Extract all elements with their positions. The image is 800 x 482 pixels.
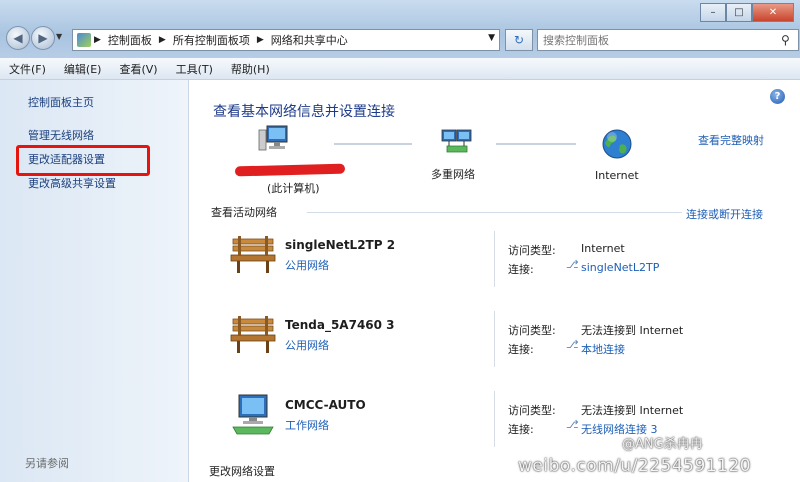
menu-tools[interactable]: 工具(T) bbox=[167, 61, 222, 77]
active-networks-heading: 查看活动网络 bbox=[211, 206, 277, 219]
highlight-annotation bbox=[16, 145, 150, 176]
map-node-internet bbox=[601, 128, 633, 163]
map-node-computer bbox=[255, 124, 295, 163]
multiple-networks-icon bbox=[441, 129, 472, 153]
work-network-icon[interactable] bbox=[229, 393, 277, 437]
menu-view[interactable]: 查看(V) bbox=[110, 61, 166, 77]
breadcrumb-separator-icon[interactable]: ▶ bbox=[254, 35, 267, 45]
page-title: 查看基本网络信息并设置连接 bbox=[213, 104, 395, 120]
network-item-1: singleNetL2TP 2 公用网络 访问类型: Internet 连接: … bbox=[229, 231, 789, 299]
map-label-computer: (此计算机) bbox=[267, 182, 320, 195]
maximize-button[interactable]: □ bbox=[726, 3, 752, 22]
left-pane: 控制面板主页 管理无线网络 更改适配器设置 更改高级共享设置 另请参阅 bbox=[0, 80, 189, 482]
access-type-value: 无法连接到 Internet bbox=[581, 324, 684, 337]
search-icon[interactable]: ⚲ bbox=[781, 33, 790, 47]
map-connector bbox=[496, 143, 576, 145]
network-divider bbox=[494, 231, 495, 287]
breadcrumb-control-panel[interactable]: 控制面板 bbox=[104, 32, 156, 48]
connection-label: 连接: bbox=[508, 263, 534, 276]
connection-link[interactable]: singleNetL2TP bbox=[581, 261, 659, 274]
address-dropdown-icon[interactable]: ▼ bbox=[488, 33, 495, 43]
refresh-button[interactable]: ↻ bbox=[505, 29, 533, 51]
access-type-label: 访问类型: bbox=[508, 404, 556, 417]
network-name: singleNetL2TP 2 bbox=[285, 238, 396, 252]
menu-help[interactable]: 帮助(H) bbox=[222, 61, 279, 77]
menu-edit[interactable]: 编辑(E) bbox=[55, 61, 111, 77]
minimize-button[interactable]: – bbox=[700, 3, 726, 22]
network-type-link[interactable]: 公用网络 bbox=[285, 337, 329, 353]
globe-icon bbox=[602, 129, 632, 159]
bench-icon[interactable] bbox=[229, 313, 277, 357]
network-item-2: Tenda_5A7460 3 公用网络 访问类型: 无法连接到 Internet… bbox=[229, 311, 789, 379]
network-type-link[interactable]: 公用网络 bbox=[285, 257, 329, 273]
network-name: CMCC-AUTO bbox=[285, 398, 366, 412]
back-arrow-icon: ◀ bbox=[13, 31, 23, 45]
menu-bar: 文件(F) 编辑(E) 查看(V) 工具(T) 帮助(H) bbox=[0, 58, 800, 80]
network-item-3: CMCC-AUTO 工作网络 访问类型: 无法连接到 Internet 连接: … bbox=[229, 391, 789, 459]
sidebar-item-advanced-sharing[interactable]: 更改高级共享设置 bbox=[28, 175, 116, 191]
network-type-link[interactable]: 工作网络 bbox=[285, 417, 329, 433]
network-name: Tenda_5A7460 3 bbox=[285, 318, 395, 332]
sidebar-item-manage-wireless[interactable]: 管理无线网络 bbox=[28, 127, 94, 143]
weibo-watermark-handle: @ANG杀冉冉 bbox=[622, 437, 703, 452]
forward-arrow-icon: ▶ bbox=[38, 31, 48, 45]
breadcrumb-all-items[interactable]: 所有控制面板项 bbox=[169, 32, 254, 48]
computer-icon bbox=[258, 125, 288, 151]
access-type-value: 无法连接到 Internet bbox=[581, 404, 684, 417]
view-full-map-link[interactable]: 查看完整映射 bbox=[698, 132, 764, 148]
connection-plug-icon: ⎇ bbox=[566, 338, 579, 351]
sidebar-item-control-panel-home[interactable]: 控制面板主页 bbox=[28, 94, 94, 110]
window-controls: – □ ✕ bbox=[700, 3, 794, 22]
connection-link[interactable]: 本地连接 bbox=[581, 341, 625, 357]
see-also-heading: 另请参阅 bbox=[25, 457, 69, 470]
bench-icon[interactable] bbox=[229, 233, 277, 277]
wireless-signal-icon: ⎇ bbox=[566, 418, 579, 431]
network-divider bbox=[494, 391, 495, 447]
main-content: ? 查看基本网络信息并设置连接 (此计算机) 多重网络 Internet 查看完… bbox=[189, 80, 800, 482]
access-type-label: 访问类型: bbox=[508, 244, 556, 257]
map-connector bbox=[334, 143, 412, 145]
access-type-value: Internet bbox=[581, 242, 625, 255]
back-button[interactable]: ◀ bbox=[6, 26, 30, 50]
breadcrumb-network-center[interactable]: 网络和共享中心 bbox=[267, 32, 352, 48]
control-panel-icon bbox=[77, 33, 91, 47]
history-dropdown-icon[interactable]: ▼ bbox=[56, 32, 62, 41]
search-input[interactable] bbox=[538, 31, 775, 49]
help-icon[interactable]: ? bbox=[770, 89, 785, 104]
forward-button[interactable]: ▶ bbox=[31, 26, 55, 50]
map-label-internet: Internet bbox=[595, 169, 639, 182]
map-label-multiple: 多重网络 bbox=[431, 168, 475, 181]
connection-label: 连接: bbox=[508, 423, 534, 436]
map-node-multiple bbox=[439, 128, 475, 163]
close-button[interactable]: ✕ bbox=[752, 3, 794, 22]
search-box[interactable]: ⚲ bbox=[537, 29, 799, 51]
refresh-icon: ↻ bbox=[513, 33, 525, 47]
access-type-label: 访问类型: bbox=[508, 324, 556, 337]
breadcrumb-separator-icon[interactable]: ▶ bbox=[156, 35, 169, 45]
section-divider bbox=[307, 212, 682, 213]
menu-file[interactable]: 文件(F) bbox=[0, 61, 55, 77]
change-settings-heading: 更改网络设置 bbox=[209, 465, 275, 478]
connection-label: 连接: bbox=[508, 343, 534, 356]
connect-disconnect-link[interactable]: 连接或断开连接 bbox=[686, 206, 763, 222]
address-bar[interactable]: ▶ 控制面板 ▶ 所有控制面板项 ▶ 网络和共享中心 ▼ bbox=[72, 29, 500, 51]
network-divider bbox=[494, 311, 495, 367]
breadcrumb-separator-icon[interactable]: ▶ bbox=[91, 35, 104, 45]
weibo-watermark-url: weibo.com/u/2254591120 bbox=[518, 456, 752, 476]
redacted-name bbox=[234, 163, 346, 177]
window-chrome: – □ ✕ ◀ ▶ ▼ ▶ 控制面板 ▶ 所有控制面板项 ▶ 网络和共享中心 ▼… bbox=[0, 0, 800, 58]
connection-plug-icon: ⎇ bbox=[566, 258, 579, 271]
